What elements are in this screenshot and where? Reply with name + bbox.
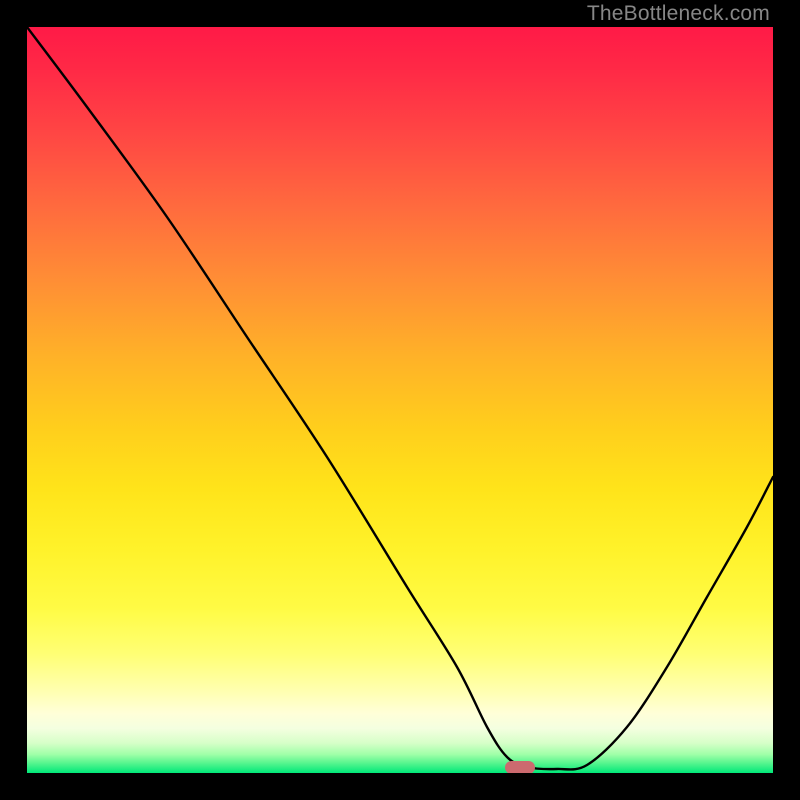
plot-area [27, 27, 773, 773]
bottleneck-curve [27, 27, 773, 773]
watermark-text: TheBottleneck.com [587, 2, 770, 26]
outer-frame: TheBottleneck.com [0, 0, 800, 800]
optimal-marker [505, 761, 535, 773]
